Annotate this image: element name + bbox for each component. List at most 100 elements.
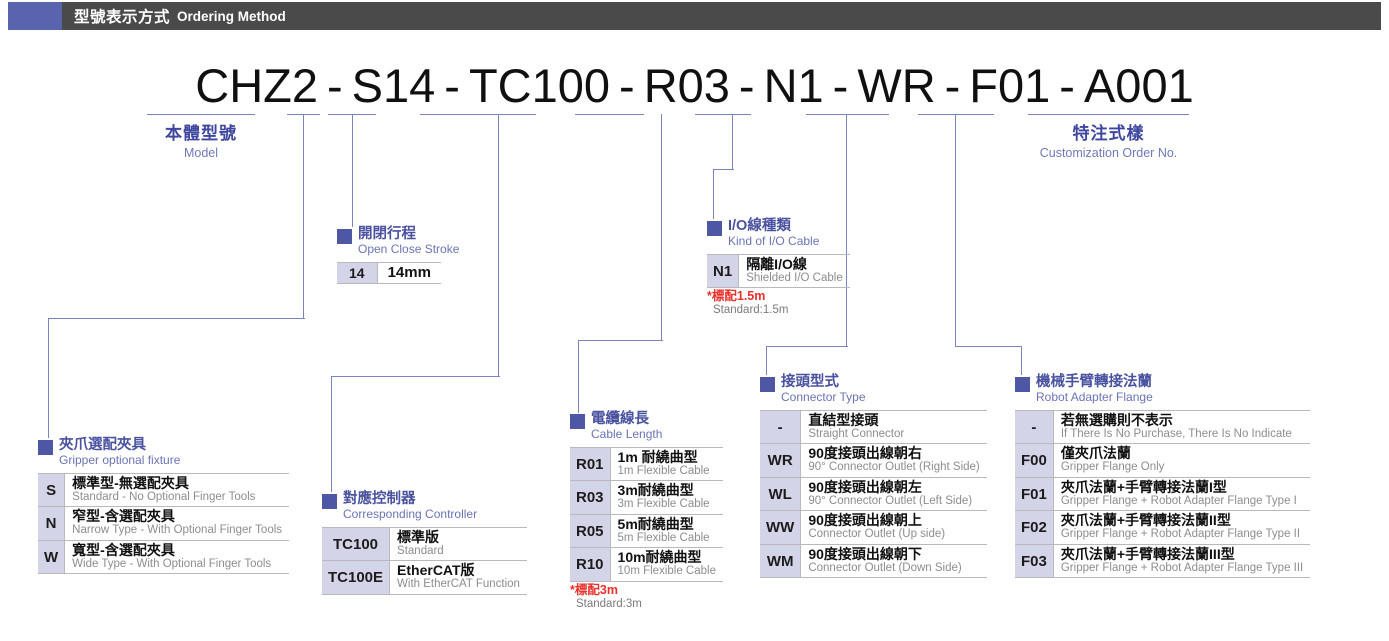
option-key: WM [760,544,802,579]
table-row[interactable]: S 標準型-無選配夾具 Standard - No Optional Finge… [38,472,290,508]
leader-gripper-v2 [48,318,49,438]
options-table-connector: - 直結型接頭 Straight Connector WR 90度接頭出線朝右 … [760,409,987,579]
section-header: 電纜線長 Cable Length [570,411,723,442]
table-row[interactable]: R03 3m耐繞曲型 3m Flexible Cable [570,480,723,515]
option-value-cn: 直結型接頭 [808,411,879,428]
option-value-cn: 窄型-含選配夾具 [72,508,175,525]
bullet-square-icon [707,221,722,236]
option-value-en: Gripper Flange + Robot Adapter Flange Ty… [1060,494,1297,507]
section-robot-adapter-flange: 機械手臂轉接法蘭 Robot Adapter Flange - 若無選購則不表示… [1015,374,1311,579]
option-key: F03 [1015,544,1054,579]
section-title-cn: 開閉行程 [358,226,416,242]
model-segment-body: CHZ2 [195,59,318,112]
option-key: - [1015,409,1054,445]
option-value: 僅夾爪法蘭 Gripper Flange Only [1053,443,1311,478]
option-value: 寬型-含選配夾具 Wide Type - With Optional Finge… [64,540,290,575]
ordering-method-diagram: 型號表示方式 Ordering Method CHZ2 - S14 - TC10… [0,0,1389,641]
label-model: 本體型號 Model [147,119,255,160]
option-value: 夾爪法蘭+手臂轉接法蘭I型 Gripper Flange + Robot Ada… [1053,477,1311,512]
table-row[interactable]: F01 夾爪法蘭+手臂轉接法蘭I型 Gripper Flange + Robot… [1015,477,1311,512]
table-row[interactable]: - 直結型接頭 Straight Connector [760,409,987,445]
option-value-en: Gripper Flange + Robot Adapter Flange Ty… [1060,561,1304,574]
section-title-cn: 機械手臂轉接法蘭 [1036,374,1152,390]
table-row[interactable]: 14 14mm [337,261,441,285]
leader-controller-v1 [498,114,499,377]
table-row[interactable]: TC100E EtherCAT版 With EtherCAT Function [322,560,527,595]
option-value-en: Connector Outlet (Up side) [808,528,946,541]
leader-controller-h [331,376,500,377]
section-title-cn: 接頭型式 [781,374,839,390]
option-value: 窄型-含選配夾具 Narrow Type - With Optional Fin… [64,506,290,541]
option-value: 夾爪法蘭+手臂轉接法蘭III型 Gripper Flange + Robot A… [1053,544,1311,579]
table-row[interactable]: WL 90度接頭出線朝左 90° Connector Outlet (Left … [760,477,987,512]
section-title-cn: 對應控制器 [343,491,416,507]
underline-io [695,114,751,115]
table-row[interactable]: F03 夾爪法蘭+手臂轉接法蘭III型 Gripper Flange + Rob… [1015,544,1311,579]
option-value: 90度接頭出線朝下 Connector Outlet (Down Side) [800,544,987,579]
table-row[interactable]: F02 夾爪法蘭+手臂轉接法蘭II型 Gripper Flange + Robo… [1015,510,1311,545]
options-table-cable-length: R01 1m 耐繞曲型 1m Flexible Cable R03 3m耐繞曲型… [570,446,723,582]
options-table-controller: TC100 標準版 Standard TC100E EtherCAT版 With… [322,526,527,595]
model-separator: - [444,59,460,112]
option-value: 90度接頭出線朝左 90° Connector Outlet (Left Sid… [800,477,987,512]
option-value: 隔離I/O線 Shielded I/O Cable [738,253,850,289]
option-value-en: 1m Flexible Cable [617,464,710,477]
option-value: 14mm [377,261,441,285]
option-value-cn: 僅夾爪法蘭 [1060,445,1131,462]
section-header: 對應控制器 Corresponding Controller [322,491,527,522]
option-value-en: Standard - No Optional Finger Tools [72,490,256,503]
note-cn: *標配3m [570,582,618,597]
option-key: R05 [570,514,611,549]
option-value: 90度接頭出線朝上 Connector Outlet (Up side) [800,510,987,545]
model-number-row: CHZ2 - S14 - TC100 - R03 - N1 - WR - F01… [0,58,1389,113]
label-model-en: Model [183,146,219,160]
table-row[interactable]: TC100 標準版 Standard [322,526,527,562]
leader-gripper-v1 [303,114,304,319]
bullet-square-icon [570,414,585,429]
note-en: Standard:1.5m [713,304,789,317]
option-value-cn: 標準型-無選配夾具 [72,474,189,491]
underline-body [147,114,255,115]
table-row[interactable]: W 寬型-含選配夾具 Wide Type - With Optional Fin… [38,540,290,575]
option-value-cn: 10m耐繞曲型 [617,549,702,566]
section-title-en: Cable Length [591,427,663,442]
option-value: 5m耐繞曲型 5m Flexible Cable [610,514,723,549]
option-value-cn: 若無選購則不表示 [1060,411,1173,428]
option-key: F00 [1015,443,1054,478]
table-row[interactable]: R05 5m耐繞曲型 5m Flexible Cable [570,514,723,549]
option-key: WR [760,443,802,478]
leader-flange-v1 [955,114,956,347]
option-value-cn: EtherCAT版 [397,562,475,579]
option-value-en: With EtherCAT Function [397,578,520,591]
table-row[interactable]: N1 隔離I/O線 Shielded I/O Cable [707,253,850,289]
bullet-square-icon [38,440,53,455]
table-row[interactable]: N 窄型-含選配夾具 Narrow Type - With Optional F… [38,506,290,541]
leader-cable-h [578,340,663,341]
section-title-en: Open Close Stroke [358,242,460,257]
leader-gripper-h [48,318,305,319]
option-value-en: 90° Connector Outlet (Right Side) [808,461,980,474]
note-cn: *標配1.5m [707,289,766,304]
table-row[interactable]: R10 10m耐繞曲型 10m Flexible Cable [570,547,723,582]
option-key: W [38,540,66,575]
table-row[interactable]: - 若無選購則不表示 If There Is No Purchase, Ther… [1015,409,1311,445]
options-table-stroke: 14 14mm [337,261,441,285]
leader-connector-h [766,346,848,347]
section-header: 機械手臂轉接法蘭 Robot Adapter Flange [1015,374,1310,404]
underline-controller [420,114,536,115]
table-row[interactable]: WR 90度接頭出線朝右 90° Connector Outlet (Right… [760,443,987,478]
section-open-close-stroke: 開閉行程 Open Close Stroke 14 14mm [337,226,460,285]
table-row[interactable]: F00 僅夾爪法蘭 Gripper Flange Only [1015,443,1311,478]
leader-cable-v1 [661,114,662,341]
option-value: 夾爪法蘭+手臂轉接法蘭II型 Gripper Flange + Robot Ad… [1053,510,1311,545]
table-row[interactable]: R01 1m 耐繞曲型 1m Flexible Cable [570,446,723,482]
model-segment-customization: A001 [1083,59,1194,112]
section-title-en: Corresponding Controller [343,507,478,522]
section-gripper-fixture: 夾爪選配夾具 Gripper optional fixture S 標準型-無選… [38,437,290,575]
section-header: I/O線種類 Kind of I/O Cable [707,218,850,248]
model-segment-io-cable: N1 [763,59,824,112]
table-row[interactable]: WM 90度接頭出線朝下 Connector Outlet (Down Side… [760,544,987,579]
section-cable-length: 電纜線長 Cable Length R01 1m 耐繞曲型 1m Flexibl… [570,411,723,610]
table-row[interactable]: WW 90度接頭出線朝上 Connector Outlet (Up side) [760,510,987,545]
option-key: - [760,409,802,445]
